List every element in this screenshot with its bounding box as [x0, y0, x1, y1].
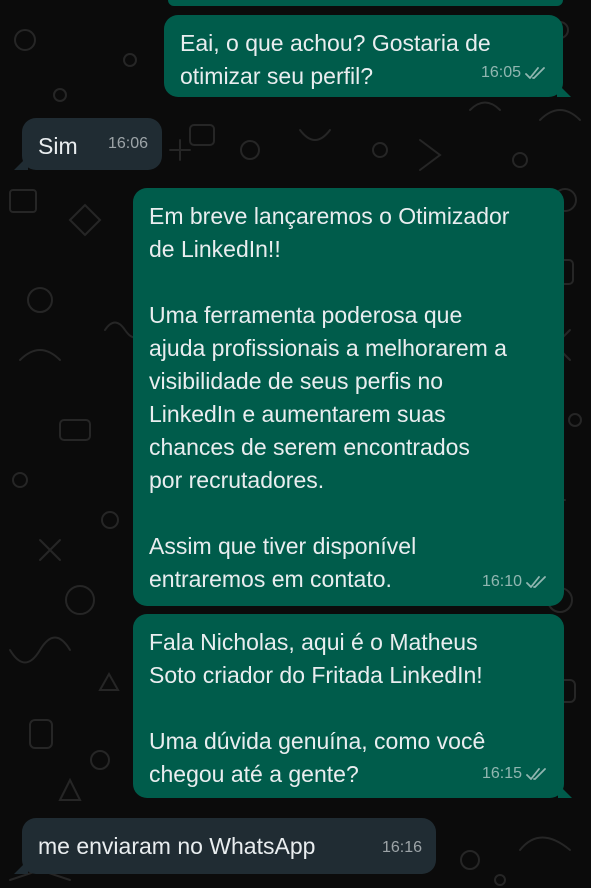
message-meta: 16:05	[481, 56, 547, 89]
message-text: me enviaram no WhatsApp	[38, 833, 316, 859]
bubble-tail	[14, 156, 28, 170]
message-bubble-outgoing[interactable]: Fala Nicholas, aqui é o Matheus Soto cri…	[133, 614, 572, 798]
read-double-check-icon	[525, 66, 545, 79]
bubble-tail	[14, 860, 28, 874]
bubble-tail	[558, 784, 572, 798]
bubble-tail	[557, 83, 571, 97]
message-time: 16:16	[381, 839, 422, 856]
message-bubble-outgoing[interactable]: Em breve lançaremos o Otimizador de Link…	[133, 188, 564, 606]
message-time: 16:15	[481, 765, 522, 782]
read-double-check-icon	[526, 767, 546, 780]
message-meta: 16:10	[482, 565, 548, 598]
message-bubble-incoming[interactable]: me enviaram no WhatsApp 16:16	[14, 818, 436, 874]
read-double-check-icon	[526, 575, 546, 588]
message-bubble-outgoing[interactable]: Eai, o que achou? Gostaria de otimizar s…	[164, 15, 571, 97]
message-bubble-incoming[interactable]: Sim 16:06	[14, 118, 162, 170]
message-meta: 16:06	[108, 127, 148, 160]
message-meta: 16:15	[482, 757, 548, 790]
message-meta: 16:16	[382, 831, 422, 864]
previous-message-edge	[168, 0, 563, 6]
message-time: 16:10	[481, 573, 522, 590]
chat-area[interactable]: Eai, o que achou? Gostaria de otimizar s…	[0, 0, 591, 888]
message-time: 16:06	[107, 135, 148, 152]
message-time: 16:05	[480, 64, 521, 81]
message-text: Em breve lançaremos o Otimizador de Link…	[149, 203, 510, 592]
